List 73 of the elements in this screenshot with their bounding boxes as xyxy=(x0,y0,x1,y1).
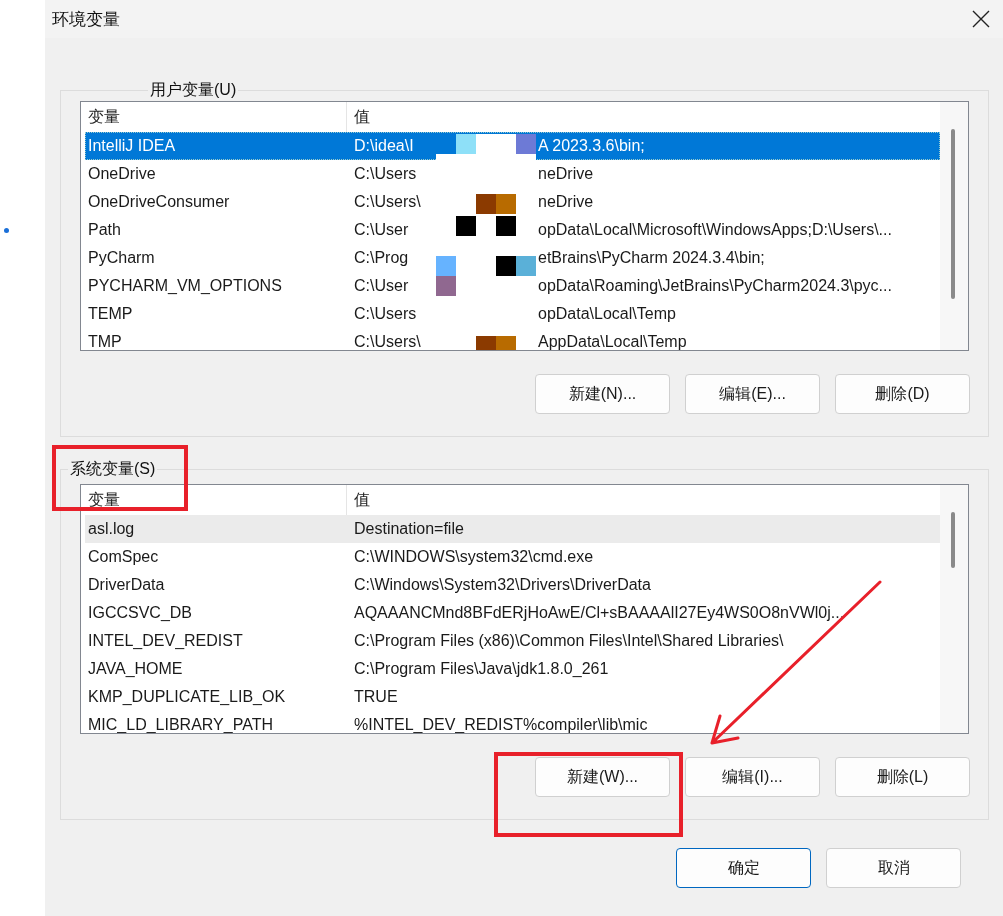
table-cell: Destination=file xyxy=(354,520,464,538)
table-cell: neDrive xyxy=(538,165,594,183)
table-row[interactable]: MIC_LD_LIBRARY_PATH %INTEL_DEV_REDIST%compiler\lib\mic xyxy=(85,711,940,733)
table-row[interactable]: asl.log Destination=file xyxy=(85,515,940,543)
table-row[interactable]: KMP_DUPLICATE_LIB_OK TRUE xyxy=(85,683,940,711)
table-cell: C:\Users xyxy=(354,305,417,322)
table-cell: opData\Roaming\JetBrains\PyCharm2024.3\pyc... xyxy=(538,277,892,295)
table-row[interactable]: DriverData C:\Windows\System32\Drivers\DriverData xyxy=(85,571,940,599)
close-icon[interactable] xyxy=(972,10,990,28)
action-button[interactable]: 新建(N)... xyxy=(535,374,670,414)
table-cell: OneDriveConsumer xyxy=(88,193,230,210)
table-cell: OneDrive xyxy=(88,165,156,182)
action-button[interactable]: 新建(W)... xyxy=(535,757,670,797)
table-cell: TRUE xyxy=(354,688,398,706)
dot-mark xyxy=(4,228,9,233)
table-cell: A 2023.3.6\bin; xyxy=(538,137,645,155)
action-button[interactable]: 删除(D) xyxy=(835,374,970,414)
table-row[interactable]: TMP C:\Users\ AppData\Local\Temp xyxy=(85,328,940,350)
table-row[interactable]: PyCharm C:\Prog etBrains\PyCharm 2024.3.4\bin; xyxy=(85,244,940,272)
table-cell: PYCHARM_VM_OPTIONS xyxy=(88,277,282,294)
table-cell: C:\Program Files\Java\jdk1.8.0_261 xyxy=(354,660,609,678)
column-header[interactable]: 值 xyxy=(347,102,370,132)
table-cell: DriverData xyxy=(88,576,165,593)
table-cell: C:\Users\ xyxy=(354,193,421,210)
group-label: 用户变量(U) xyxy=(149,80,238,100)
table-row[interactable]: INTEL_DEV_REDIST C:\Program Files (x86)\Common Files\Intel\Shared Libraries\ xyxy=(85,627,940,655)
dialog-button[interactable]: 取消 xyxy=(826,848,961,888)
table-cell: opData\Local\Microsoft\WindowsApps;D:\Users\... xyxy=(538,221,892,239)
table-row[interactable]: PYCHARM_VM_OPTIONS C:\User opData\Roaming\JetBrains\PyCharm2024.3\pyc... xyxy=(85,272,940,300)
table-cell: opData\Local\Temp xyxy=(538,305,676,323)
table-cell: Path xyxy=(88,221,121,238)
dialog-button[interactable]: 确定 xyxy=(676,848,811,888)
table-cell: KMP_DUPLICATE_LIB_OK xyxy=(88,688,286,705)
table-row[interactable]: JAVA_HOME C:\Program Files\Java\jdk1.8.0_261 xyxy=(85,655,940,683)
table-cell: C:\Users xyxy=(354,165,417,182)
table-cell: etBrains\PyCharm 2024.3.4\bin; xyxy=(538,249,765,267)
table-cell: JAVA_HOME xyxy=(88,660,183,677)
table-row[interactable]: OneDriveConsumer C:\Users\ neDrive xyxy=(85,188,940,216)
table-cell: %INTEL_DEV_REDIST%compiler\lib\mic xyxy=(354,716,648,733)
table-row[interactable]: IntelliJ IDEA D:\idea\I A 2023.3.6\bin; xyxy=(85,132,940,160)
group-label: 系统变量(S) xyxy=(69,459,157,479)
table-cell: C:\WINDOWS\system32\cmd.exe xyxy=(354,548,594,566)
table-cell: TEMP xyxy=(88,305,133,322)
table-cell: C:\Program Files (x86)\Common Files\Intel\Shared Libraries\ xyxy=(354,632,784,650)
table-cell: neDrive xyxy=(538,193,594,211)
table-cell: D:\idea\I xyxy=(354,137,414,154)
table-cell: C:\User xyxy=(354,221,409,238)
table-row[interactable]: OneDrive C:\Users neDrive xyxy=(85,160,940,188)
table-cell: ComSpec xyxy=(88,548,159,565)
table-row[interactable]: IGCCSVC_DB AQAAANCMnd8BFdERjHoAwE/Cl+sBAAAAlI27Ey4WS0O8nVWl0j... xyxy=(85,599,940,627)
table-row[interactable]: Path C:\User opData\Local\Microsoft\WindowsApps;D:\Users\... xyxy=(85,216,940,244)
table-cell: C:\Windows\System32\Drivers\DriverData xyxy=(354,576,651,594)
table-row[interactable]: ComSpec C:\WINDOWS\system32\cmd.exe xyxy=(85,543,940,571)
scrollbar-thumb[interactable] xyxy=(951,129,955,299)
window-title: 环境变量 xyxy=(52,8,120,31)
table-cell: asl.log xyxy=(88,520,135,537)
table-cell: MIC_LD_LIBRARY_PATH xyxy=(88,716,273,733)
table-cell: TMP xyxy=(88,333,122,350)
table-cell: C:\User xyxy=(354,277,409,294)
table-cell: C:\Users\ xyxy=(354,333,421,350)
table-cell: AppData\Local\Temp xyxy=(538,333,687,350)
table-cell: PyCharm xyxy=(88,249,155,266)
table-cell: C:\Prog xyxy=(354,249,409,266)
table-cell: AQAAANCMnd8BFdERjHoAwE/Cl+sBAAAAlI27Ey4WS0O8nVWl0j... xyxy=(354,604,845,622)
table-cell: IntelliJ IDEA xyxy=(88,137,176,154)
action-button[interactable]: 删除(L) xyxy=(835,757,970,797)
table-cell: IGCCSVC_DB xyxy=(88,604,193,621)
column-header[interactable]: 值 xyxy=(347,485,370,515)
table-cell: INTEL_DEV_REDIST xyxy=(88,632,243,649)
scrollbar-thumb[interactable] xyxy=(951,512,955,568)
action-button[interactable]: 编辑(I)... xyxy=(685,757,820,797)
action-button[interactable]: 编辑(E)... xyxy=(685,374,820,414)
table-row[interactable]: TEMP C:\Users opData\Local\Temp xyxy=(85,300,940,328)
